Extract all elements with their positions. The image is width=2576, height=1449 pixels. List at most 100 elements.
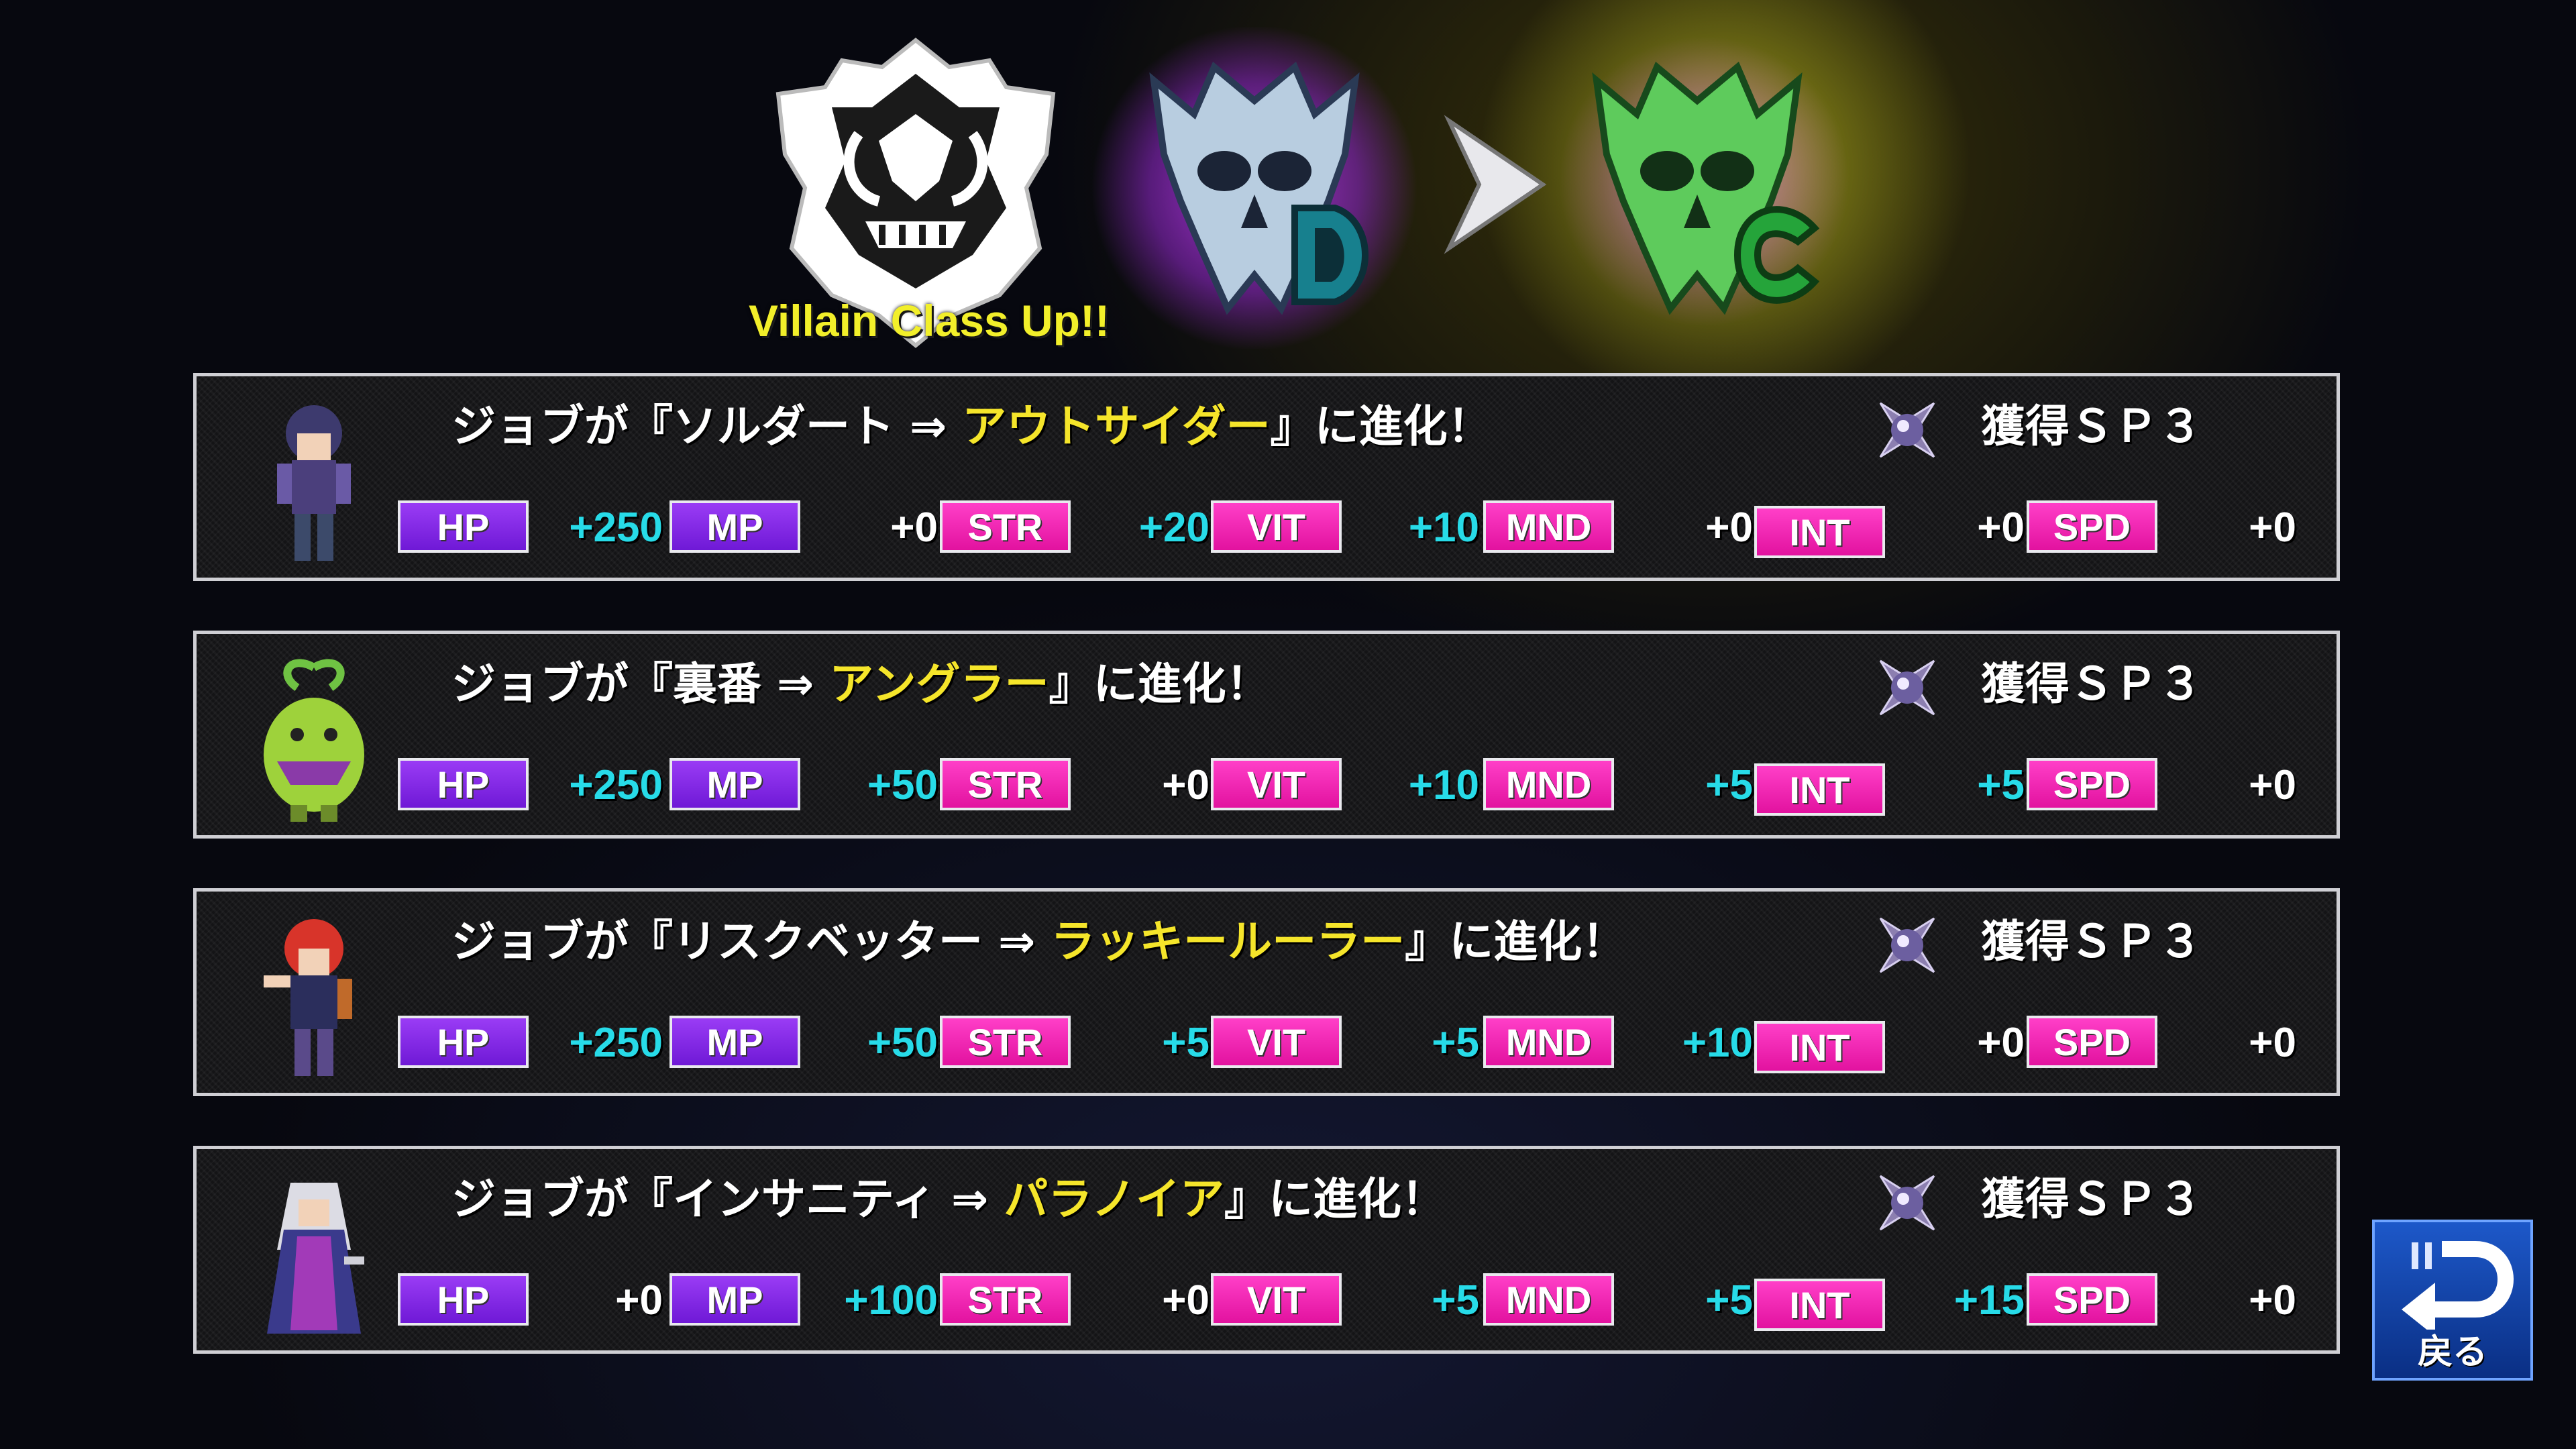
mp-value: +0 <box>890 504 938 551</box>
mnd-badge: MND <box>1483 500 1614 553</box>
job-evolution-panel: ジョブが『ソルダート ⇒ アウトサイダー』に進化！ 獲得ＳＰ３ HP +250 … <box>193 373 2340 581</box>
sp-gain-text: 獲得ＳＰ３ <box>1981 1173 2202 1225</box>
str-badge: STR <box>940 1273 1071 1326</box>
job-evolution-text: ジョブが『インサニティ ⇒ パラノイア』に進化！ <box>451 1169 1446 1230</box>
vit-badge: VIT <box>1211 758 1342 810</box>
int-value: +0 <box>1977 504 2025 551</box>
mp-badge: MP <box>669 1273 800 1326</box>
int-value: +0 <box>1977 1020 2025 1066</box>
mnd-badge: MND <box>1483 1273 1614 1326</box>
character-sprite-insanity <box>267 1183 364 1334</box>
spd-badge: SPD <box>2027 758 2157 810</box>
job-text-prefix: ジョブが『裏番 ⇒ <box>451 658 830 710</box>
class-up-arrow-icon <box>1442 114 1550 255</box>
mp-badge: MP <box>669 758 800 810</box>
hp-badge: HP <box>398 1273 529 1326</box>
spd-value: +0 <box>2249 762 2296 808</box>
job-text-suffix: 』に進化！ <box>1049 658 1271 710</box>
hp-badge: HP <box>398 1016 529 1068</box>
mp-badge: MP <box>669 1016 800 1068</box>
spd-badge: SPD <box>2027 1273 2157 1326</box>
stat-row: HP +0 MP +100 STR +0 VIT +5 MND +5 INT +… <box>398 1273 2330 1331</box>
character-sprite-risk-better <box>264 919 352 1076</box>
str-value: +0 <box>1162 762 1210 808</box>
job-text-suffix: 』に進化！ <box>1405 916 1627 967</box>
vit-badge: VIT <box>1211 1273 1342 1326</box>
int-badge: INT <box>1754 1021 1885 1073</box>
mnd-value: +5 <box>1705 1277 1753 1324</box>
new-job-name: パラノイア <box>1004 1173 1224 1225</box>
hp-value: +250 <box>569 762 663 808</box>
rank-d-letter: D <box>1254 27 1263 30</box>
back-button[interactable]: 戻る <box>2372 1220 2533 1381</box>
mnd-badge: MND <box>1483 1016 1614 1068</box>
sp-gain-text: 獲得ＳＰ３ <box>1981 658 2202 710</box>
job-evolution-text: ジョブが『リスクベッター ⇒ ラッキールーラー』に進化！ <box>451 912 1626 972</box>
hp-badge: HP <box>398 500 529 553</box>
str-value: +0 <box>1162 1277 1210 1324</box>
mnd-value: +10 <box>1682 1020 1753 1066</box>
vit-badge: VIT <box>1211 500 1342 553</box>
new-job-name: アングラー <box>829 658 1049 710</box>
class-up-text: Villain Class Up!! <box>749 296 1110 345</box>
job-text-prefix: ジョブが『リスクベッター ⇒ <box>451 916 1051 967</box>
character-sprite-angler <box>264 659 364 822</box>
mp-value: +100 <box>844 1277 938 1324</box>
sp-orb-icon <box>1879 402 1935 458</box>
hp-value: +250 <box>569 1020 663 1066</box>
new-job-name: ラッキールーラー <box>1051 916 1405 967</box>
rank-c-skull-emblem <box>1556 27 1838 322</box>
mnd-value: +0 <box>1705 504 1753 551</box>
job-evolution-panel: ジョブが『インサニティ ⇒ パラノイア』に進化！ 獲得ＳＰ３ HP +0 MP … <box>193 1146 2340 1354</box>
job-evolution-text: ジョブが『裏番 ⇒ アングラー』に進化！ <box>451 654 1271 714</box>
stat-row: HP +250 MP +50 STR +5 VIT +5 MND +10 INT… <box>398 1016 2330 1073</box>
str-value: +20 <box>1138 504 1210 551</box>
str-badge: STR <box>940 1016 1071 1068</box>
str-value: +5 <box>1162 1020 1210 1066</box>
int-value: +5 <box>1977 762 2025 808</box>
hp-value: +250 <box>569 504 663 551</box>
rank-d-skull-emblem: D <box>1114 27 1395 322</box>
job-text-suffix: 』に進化！ <box>1270 400 1492 452</box>
int-badge: INT <box>1754 506 1885 558</box>
sp-gain-text: 獲得ＳＰ３ <box>1981 916 2202 967</box>
job-evolution-text: ジョブが『ソルダート ⇒ アウトサイダー』に進化！ <box>451 396 1492 457</box>
return-arrow-icon <box>2402 1241 2514 1330</box>
sp-orb-icon <box>1879 1175 1935 1231</box>
job-text-prefix: ジョブが『ソルダート ⇒ <box>451 400 963 452</box>
job-text-prefix: ジョブが『インサニティ ⇒ <box>451 1173 1004 1225</box>
int-value: +15 <box>1953 1277 2025 1324</box>
stat-row: HP +250 MP +0 STR +20 VIT +10 MND +0 INT… <box>398 500 2330 558</box>
sp-orb-icon <box>1879 659 1935 716</box>
back-button-label: 戻る <box>2417 1332 2487 1373</box>
mp-badge: MP <box>669 500 800 553</box>
skull-emblem-d-icon: D <box>1149 27 1368 315</box>
spd-value: +0 <box>2249 1277 2296 1324</box>
str-badge: STR <box>940 500 1071 553</box>
job-text-suffix: 』に進化！ <box>1224 1173 1446 1225</box>
vit-value: +10 <box>1408 762 1479 808</box>
hp-badge: HP <box>398 758 529 810</box>
spd-value: +0 <box>2249 1020 2296 1066</box>
job-evolution-panel: ジョブが『リスクベッター ⇒ ラッキールーラー』に進化！ 獲得ＳＰ３ HP +2… <box>193 888 2340 1096</box>
int-badge: INT <box>1754 1279 1885 1331</box>
sp-orb-icon <box>1879 917 1935 973</box>
character-sprite-soldier <box>277 405 351 561</box>
str-badge: STR <box>940 758 1071 810</box>
mnd-value: +5 <box>1705 762 1753 808</box>
sp-gain-text: 獲得ＳＰ３ <box>1981 400 2202 452</box>
vit-value: +10 <box>1408 504 1479 551</box>
mp-value: +50 <box>867 1020 938 1066</box>
vit-badge: VIT <box>1211 1016 1342 1068</box>
vit-value: +5 <box>1432 1020 1479 1066</box>
hp-value: +0 <box>615 1277 663 1324</box>
skull-emblem-c-icon <box>1592 61 1820 315</box>
mnd-badge: MND <box>1483 758 1614 810</box>
job-evolution-panel: ジョブが『裏番 ⇒ アングラー』に進化！ 獲得ＳＰ３ HP +250 MP +5… <box>193 631 2340 839</box>
stat-row: HP +250 MP +50 STR +0 VIT +10 MND +5 INT… <box>398 758 2330 816</box>
new-job-name: アウトサイダー <box>962 400 1271 452</box>
int-badge: INT <box>1754 763 1885 816</box>
spd-badge: SPD <box>2027 500 2157 553</box>
vit-value: +5 <box>1432 1277 1479 1324</box>
spd-value: +0 <box>2249 504 2296 551</box>
